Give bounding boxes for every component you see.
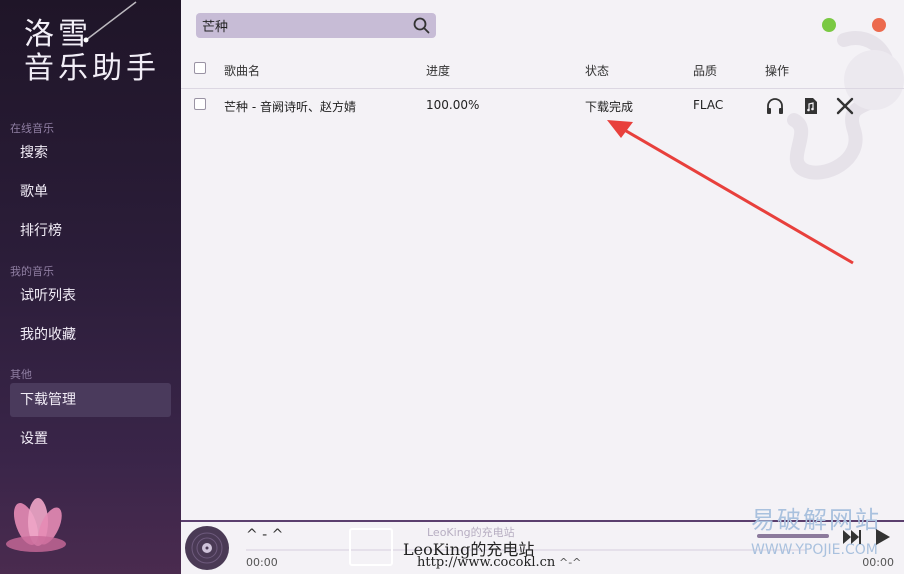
watermark-site-url: http://www.cocokl.cn	[417, 555, 556, 570]
logo-line-1: 洛雪	[24, 17, 92, 52]
row-progress: 100.00%	[426, 98, 480, 112]
sidebar-item-playlist[interactable]: 歌单	[10, 175, 171, 209]
logo-line-2: 音乐助手	[24, 51, 160, 86]
volume-slider[interactable]	[757, 534, 829, 538]
select-all-checkbox[interactable]	[194, 62, 206, 74]
nav-group-online: 在线音乐	[10, 122, 54, 135]
sidebar-item-search[interactable]: 搜索	[10, 136, 171, 170]
column-header-actions: 操作	[765, 64, 790, 78]
lyric-placeholder: ^-^	[559, 556, 582, 569]
app-logo: 洛雪 音乐助手	[24, 18, 174, 86]
search-box	[196, 13, 436, 38]
next-track-icon[interactable]	[841, 526, 863, 548]
play-icon[interactable]	[871, 526, 893, 548]
search-icon[interactable]	[413, 17, 430, 34]
minimize-button[interactable]	[822, 18, 836, 32]
column-header-progress: 进度	[426, 64, 451, 78]
header-divider	[181, 88, 904, 89]
sidebar-item-charts[interactable]: 排行榜	[10, 214, 171, 248]
row-status: 下载完成	[585, 100, 634, 114]
music-file-icon[interactable]	[801, 96, 821, 116]
current-time: 00:00	[246, 556, 278, 569]
lotus-decoration	[6, 498, 66, 552]
column-header-quality: 品质	[693, 64, 718, 78]
sidebar-item-listen-list[interactable]: 试听列表	[10, 279, 171, 313]
headphones-icon[interactable]	[765, 96, 785, 116]
sidebar-item-settings[interactable]: 设置	[10, 422, 171, 456]
watermark-logo-box	[349, 528, 393, 566]
nav-group-my-music: 我的音乐	[10, 265, 54, 278]
row-quality: FLAC	[693, 98, 724, 112]
close-window-button[interactable]	[872, 18, 886, 32]
column-header-name: 歌曲名	[224, 64, 261, 78]
sidebar: 洛雪 音乐助手 在线音乐 搜索 歌单 排行榜 我的音乐 试听列表 我的收藏 其他…	[0, 0, 181, 574]
column-header-status: 状态	[585, 64, 610, 78]
nav-group-other: 其他	[10, 368, 32, 381]
download-manager-panel: 歌曲名 进度 状态 品质 操作 芒种 - 音阙诗听、赵方婧 100.00% 下载…	[181, 0, 904, 520]
remove-icon[interactable]	[835, 96, 855, 116]
album-disc-icon[interactable]	[184, 525, 230, 571]
player-bar: ^ - ^ 00:00 ^-^ 00:00 LeoKing的充电站 LeoKin…	[181, 506, 904, 574]
row-song-name: 芒种 - 音阙诗听、赵方婧	[224, 100, 356, 114]
now-playing-title: ^ - ^	[246, 527, 284, 543]
sidebar-item-download-manager[interactable]: 下载管理	[10, 383, 171, 417]
dragon-background-decoration	[787, 31, 904, 180]
sidebar-item-favorites[interactable]: 我的收藏	[10, 318, 171, 352]
search-input[interactable]	[202, 16, 402, 35]
row-checkbox[interactable]	[194, 98, 206, 110]
